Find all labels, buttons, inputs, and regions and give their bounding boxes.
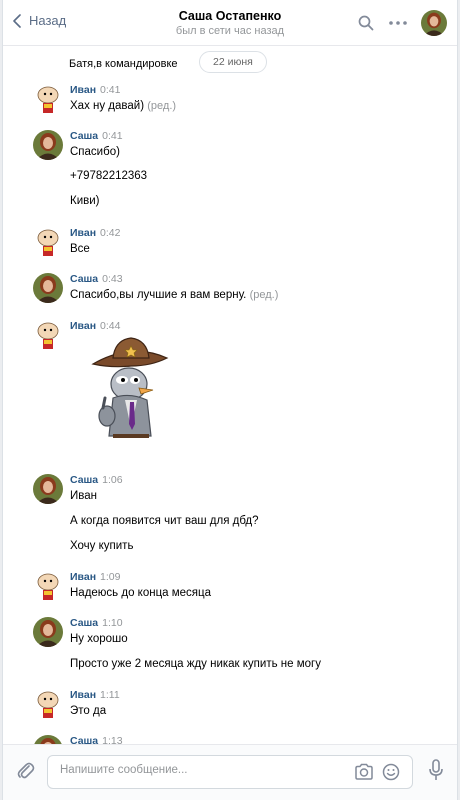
author-name[interactable]: Саша <box>70 735 98 744</box>
search-icon <box>358 15 374 31</box>
microphone-icon <box>429 759 443 780</box>
stewie-icon <box>33 84 63 114</box>
avatar[interactable] <box>33 689 63 719</box>
portrait-icon <box>33 735 63 744</box>
message-header: Иван 0:44 <box>70 320 120 332</box>
message-text: Это да <box>70 705 107 717</box>
header-actions <box>347 10 447 36</box>
stewie-icon <box>33 320 63 350</box>
portrait-icon <box>33 474 63 504</box>
avatar[interactable] <box>33 571 63 601</box>
message-header: Иван 0:41 <box>70 84 120 96</box>
message-time[interactable]: 1:11 <box>100 689 120 701</box>
avatar[interactable] <box>33 320 63 350</box>
message-text: Иван <box>70 490 97 502</box>
more-dots-icon <box>389 21 407 25</box>
message-text-content: Хах ну давай) <box>70 100 145 112</box>
message-text: Киви) <box>70 195 100 207</box>
edited-mark: (ред.) <box>147 100 177 112</box>
message-text: Просто уже 2 месяца жду никак купить не … <box>70 658 321 670</box>
author-name[interactable]: Саша <box>70 130 98 142</box>
date-separator: 22 июня <box>199 51 267 73</box>
avatar[interactable] <box>33 130 63 160</box>
cowboy-pigeon-sticker[interactable] <box>91 336 171 446</box>
back-button[interactable]: Назад <box>13 13 66 28</box>
author-name[interactable]: Иван <box>70 227 96 239</box>
sticker-image <box>91 337 169 438</box>
avatar[interactable] <box>33 617 63 647</box>
avatar[interactable] <box>33 273 63 303</box>
message-header: Иван 1:09 <box>70 571 120 583</box>
message-list[interactable]: Батя,в командировке 22 июня Иван 0:41 Хах… <box>3 46 457 744</box>
stewie-icon <box>33 571 63 601</box>
author-name[interactable]: Иван <box>70 84 96 96</box>
avatar[interactable] <box>33 474 63 504</box>
stewie-icon <box>33 227 63 257</box>
back-label: Назад <box>29 13 67 28</box>
voice-message-button[interactable] <box>429 759 443 784</box>
message-time[interactable]: 0:43 <box>102 273 122 285</box>
camera-icon <box>355 763 373 780</box>
message-text: Хочу купить <box>70 540 134 552</box>
author-name[interactable]: Саша <box>70 617 98 629</box>
message-text: Все <box>70 243 90 255</box>
header-avatar[interactable] <box>421 10 447 36</box>
chat-window: Назад Саша Остапенко был в сети час наза… <box>2 0 458 800</box>
message-time[interactable]: 1:06 <box>102 474 122 486</box>
chat-header: Назад Саша Остапенко был в сети час наза… <box>3 0 457 46</box>
message-header: Иван 0:42 <box>70 227 120 239</box>
message-text: Хах ну давай) (ред.) <box>70 100 176 112</box>
camera-button[interactable] <box>354 763 374 784</box>
message-header: Саша 1:06 <box>70 474 123 486</box>
message-text: +79782212363 <box>70 170 148 182</box>
message-time[interactable]: 0:41 <box>100 84 120 96</box>
message-header: Саша 1:10 <box>70 617 123 629</box>
message-header: Саша 0:41 <box>70 130 123 142</box>
message-text-content: Спасибо,вы лучшие я вам верну. <box>70 289 247 301</box>
author-name[interactable]: Саша <box>70 273 98 285</box>
author-name[interactable]: Иван <box>70 320 96 332</box>
message-composer <box>3 744 457 800</box>
author-name[interactable]: Иван <box>70 571 96 583</box>
search-button[interactable] <box>353 10 379 36</box>
smile-icon <box>382 763 400 781</box>
portrait-icon <box>421 10 447 36</box>
author-name[interactable]: Саша <box>70 474 98 486</box>
chevron-left-icon <box>13 13 21 28</box>
message-text: Батя,в командировке <box>69 58 178 70</box>
message-text: Спасибо) <box>70 146 120 158</box>
message-time[interactable]: 0:42 <box>100 227 120 239</box>
avatar[interactable] <box>33 227 63 257</box>
emoji-button[interactable] <box>382 763 400 784</box>
portrait-icon <box>33 273 63 303</box>
more-button[interactable] <box>385 10 411 36</box>
message-header: Иван 1:11 <box>70 689 120 701</box>
attach-button[interactable] <box>17 761 35 784</box>
edited-mark: (ред.) <box>249 289 279 301</box>
message-time[interactable]: 0:41 <box>102 130 122 142</box>
portrait-icon <box>33 130 63 160</box>
message-text: Надеюсь до конца месяца <box>70 587 212 599</box>
avatar[interactable] <box>33 735 63 744</box>
message-input-box[interactable] <box>47 755 413 789</box>
portrait-icon <box>33 617 63 647</box>
message-text: Спасибо,вы лучшие я вам верну. (ред.) <box>70 289 278 301</box>
message-text: А когда появится чит ваш для дбд? <box>70 515 259 527</box>
message-time[interactable]: 1:10 <box>102 617 122 629</box>
stewie-icon <box>33 689 63 719</box>
message-time[interactable]: 1:13 <box>102 735 122 744</box>
avatar[interactable] <box>33 84 63 114</box>
author-name[interactable]: Иван <box>70 689 96 701</box>
paperclip-icon <box>17 762 35 779</box>
message-header: Саша 0:43 <box>70 273 123 285</box>
message-header: Саша 1:13 <box>70 735 123 744</box>
message-time[interactable]: 0:44 <box>100 320 120 332</box>
message-text: Ну хорошо <box>70 633 128 645</box>
message-input[interactable] <box>60 764 340 776</box>
message-time[interactable]: 1:09 <box>100 571 120 583</box>
